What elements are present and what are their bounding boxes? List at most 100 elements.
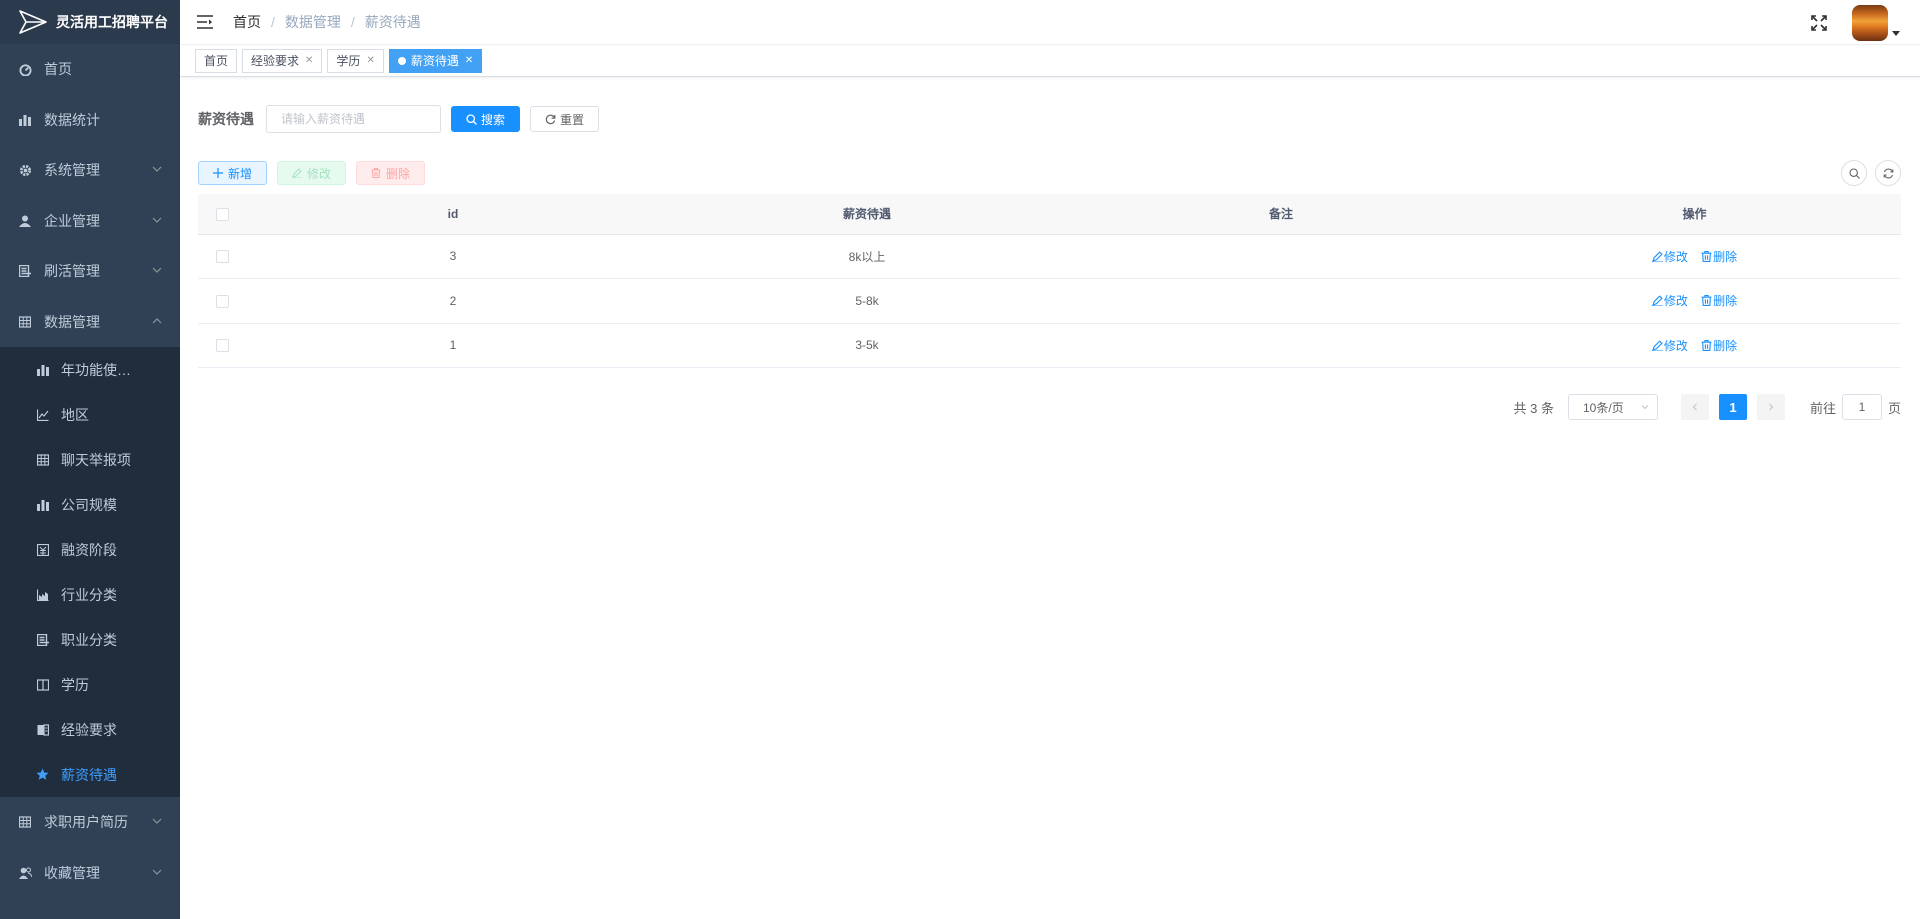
- sidebar-item-label: 数据管理: [44, 313, 100, 330]
- column-header-id[interactable]: id: [246, 194, 660, 235]
- row-edit-label: 修改: [1663, 249, 1688, 264]
- trash-icon: [1701, 250, 1712, 262]
- hamburger-toggle-icon[interactable]: [195, 12, 215, 32]
- tag-education[interactable]: 学历 ✕: [327, 49, 384, 73]
- goto-page-input[interactable]: [1841, 394, 1882, 420]
- industry-icon: [36, 588, 49, 601]
- refresh-icon[interactable]: [1875, 160, 1901, 186]
- toggle-search-icon[interactable]: [1841, 160, 1867, 186]
- row-edit-label: 修改: [1663, 294, 1688, 309]
- row-checkbox[interactable]: [215, 250, 229, 264]
- sidebar-item-favorites[interactable]: 收藏管理: [0, 848, 180, 899]
- sidebar-subitem-salary[interactable]: 薪资待遇: [0, 752, 180, 797]
- chevron-down-icon: [1641, 405, 1649, 410]
- sidebar-subitem-region[interactable]: 地区: [0, 392, 180, 437]
- paper-plane-logo-icon: [19, 10, 47, 34]
- close-icon[interactable]: ✕: [305, 50, 313, 72]
- cell-actions: 修改 删除: [1488, 234, 1901, 279]
- money-icon: [36, 543, 49, 556]
- breadcrumb-separator: /: [350, 14, 355, 30]
- cell-salary: 5-8k: [660, 278, 1074, 324]
- edit-icon: [1651, 340, 1663, 351]
- trash-icon: [1701, 295, 1712, 307]
- cell-id: 3: [246, 234, 660, 279]
- column-header-salary[interactable]: 薪资待遇: [660, 194, 1074, 235]
- cell-actions: 修改 删除: [1488, 278, 1901, 324]
- main-content: 薪资待遇 搜索 重置 新增 修改: [198, 78, 1901, 421]
- search-button[interactable]: 搜索: [451, 106, 521, 132]
- sidebar-subitem-industry[interactable]: 行业分类: [0, 572, 180, 617]
- trash-icon: [371, 167, 382, 179]
- sidebar-item-home[interactable]: 首页: [0, 44, 180, 95]
- next-page-button[interactable]: [1756, 394, 1785, 420]
- sidebar-item-enterprise[interactable]: 企业管理: [0, 196, 180, 247]
- row-checkbox[interactable]: [215, 339, 229, 353]
- select-all-header: [198, 194, 246, 235]
- row-delete-label: 删除: [1713, 249, 1738, 264]
- page-size-value: 10条/页: [1582, 400, 1624, 415]
- row-checkbox[interactable]: [215, 294, 229, 308]
- prev-page-button[interactable]: [1680, 394, 1709, 420]
- page-size-select[interactable]: 10条/页: [1567, 394, 1658, 420]
- chevron-down-icon: [152, 267, 162, 274]
- breadcrumb-data-management: 数据管理: [284, 14, 341, 30]
- reset-button-label: 重置: [560, 112, 585, 127]
- sidebar-item-label: 聊天举报项: [61, 451, 131, 468]
- edit-button[interactable]: 修改: [277, 161, 347, 185]
- star-icon: [36, 768, 49, 781]
- chevron-right-icon: [1769, 403, 1774, 411]
- row-delete-button[interactable]: 删除: [1701, 337, 1737, 354]
- select-all-checkbox[interactable]: [215, 207, 229, 221]
- page-number-button[interactable]: 1: [1718, 394, 1747, 420]
- tag-experience[interactable]: 经验要求 ✕: [242, 49, 323, 73]
- breadcrumb-home[interactable]: 首页: [233, 12, 261, 32]
- sidebar-item-resumes[interactable]: 求职用户简历: [0, 797, 180, 848]
- sidebar-item-label: 求职用户简历: [44, 814, 128, 831]
- sidebar-subitem-chat-report[interactable]: 聊天举报项: [0, 437, 180, 482]
- sidebar-item-label: 刷活管理: [44, 263, 100, 280]
- app-title: 灵活用工招聘平台: [56, 14, 168, 30]
- pagination-total: 共 3 条: [1513, 400, 1554, 416]
- table-header-row: id 薪资待遇 备注 操作: [198, 194, 1901, 235]
- row-edit-button[interactable]: 修改: [1651, 248, 1688, 265]
- sidebar-item-jobs[interactable]: 刷活管理: [0, 246, 180, 297]
- edit-icon: [292, 167, 303, 179]
- tag-label: 学历: [336, 54, 361, 68]
- close-icon[interactable]: ✕: [366, 50, 374, 72]
- sidebar-subitem-education[interactable]: 学历: [0, 662, 180, 707]
- sidebar-item-data-management[interactable]: 数据管理: [0, 297, 180, 348]
- row-edit-button[interactable]: 修改: [1651, 337, 1688, 354]
- close-icon[interactable]: ✕: [465, 50, 473, 72]
- tags-view: 首页 经验要求 ✕ 学历 ✕ 薪资待遇 ✕: [180, 46, 1920, 77]
- delete-button[interactable]: 删除: [356, 161, 426, 185]
- tag-salary[interactable]: 薪资待遇 ✕: [388, 49, 483, 73]
- delete-button-label: 删除: [386, 166, 411, 181]
- sidebar-item-label: 薪资待遇: [61, 766, 117, 783]
- reset-button[interactable]: 重置: [530, 106, 600, 132]
- sidebar-item-statistics[interactable]: 数据统计: [0, 95, 180, 146]
- sidebar-subitem-experience[interactable]: 经验要求: [0, 707, 180, 752]
- fullscreen-icon[interactable]: [1810, 14, 1828, 32]
- sidebar-subitem-company-scale[interactable]: 公司规模: [0, 482, 180, 527]
- cell-remark: [1074, 278, 1488, 324]
- row-delete-button[interactable]: 删除: [1701, 248, 1737, 265]
- sidebar-subitem-feature-usage[interactable]: 年功能使用...: [0, 347, 180, 392]
- goto-suffix: 页: [1887, 400, 1901, 416]
- tag-home[interactable]: 首页: [195, 49, 238, 73]
- avatar[interactable]: [1852, 4, 1888, 41]
- row-checkbox-cell: [198, 278, 246, 324]
- document-icon: [18, 264, 32, 278]
- gear-icon: [18, 163, 32, 177]
- row-edit-button[interactable]: 修改: [1651, 292, 1688, 309]
- sidebar-subitem-financing-stage[interactable]: 融资阶段: [0, 527, 180, 572]
- column-header-remark[interactable]: 备注: [1074, 194, 1488, 235]
- logo[interactable]: 灵活用工招聘平台: [0, 0, 180, 44]
- salary-search-input[interactable]: [266, 105, 441, 133]
- add-button[interactable]: 新增: [198, 161, 268, 185]
- table-row: 2 5-8k 修改 删除: [198, 278, 1901, 324]
- sidebar-item-system[interactable]: 系统管理: [0, 145, 180, 196]
- row-delete-button[interactable]: 删除: [1701, 292, 1737, 309]
- caret-down-icon[interactable]: [1892, 29, 1900, 37]
- sidebar-subitem-occupation[interactable]: 职业分类: [0, 617, 180, 662]
- sidebar: 灵活用工招聘平台 首页 数据统计 系统管理 企业管理 刷活管理 数据管理 年功能…: [0, 0, 180, 919]
